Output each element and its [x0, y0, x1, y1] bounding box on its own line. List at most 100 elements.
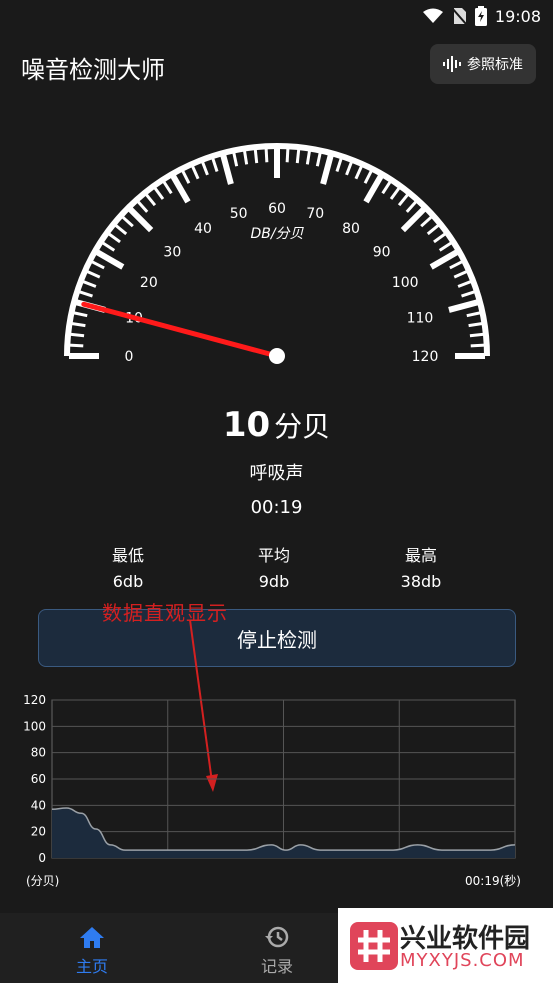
chart-y-tick: 100: [23, 719, 46, 733]
status-time: 19:08: [494, 6, 541, 26]
gauge-tick-label: 30: [163, 244, 181, 260]
gauge-minor-tick: [71, 321, 86, 328]
gauge-minor-tick: [438, 241, 453, 252]
gauge-major-tick: [320, 154, 334, 185]
chart-y-tick: 20: [31, 825, 46, 839]
gauge-tick-label: 120: [412, 349, 439, 365]
chart-y-tick: 120: [23, 693, 46, 707]
gauge-minor-tick: [69, 332, 85, 338]
gauge-minor-tick: [153, 186, 165, 200]
watermark-url: MYXYJS.COM: [400, 950, 525, 971]
gauge-minor-tick: [405, 200, 418, 213]
gauge-minor-tick: [73, 311, 88, 318]
gauge-tick-label: 20: [140, 275, 158, 291]
gauge-minor-tick: [335, 157, 343, 172]
gauge-minor-tick: [449, 260, 464, 270]
gauge-minor-tick: [433, 232, 447, 244]
gauge-minor-tick: [354, 165, 363, 180]
gauge-minor-tick: [232, 152, 239, 167]
reference-standard-label: 参照标准: [467, 57, 523, 73]
chart-y-label: (分贝): [26, 874, 60, 888]
battery-charging-icon: [474, 6, 487, 26]
gauge-minor-tick: [389, 186, 401, 200]
gauge-minor-tick: [468, 321, 483, 328]
gauge-major-tick: [400, 206, 427, 233]
gauge-minor-tick: [136, 200, 149, 213]
stat-min-label: 最低: [111, 546, 144, 565]
gauge-minor-tick: [82, 280, 97, 288]
gauge-tick-label: 110: [407, 311, 434, 327]
gauge-minor-tick: [466, 311, 481, 318]
gauge-minor-tick: [305, 150, 312, 165]
gauge-tick-label: 60: [268, 201, 286, 217]
gauge-major-tick: [220, 154, 234, 185]
home-icon: [80, 927, 104, 948]
gauge-minor-tick: [470, 343, 485, 348]
gauge-minor-tick: [162, 180, 173, 195]
status-icons: 19:08: [422, 6, 541, 26]
decibel-gauge: 0102030405060708090100110120 DB/分贝: [64, 143, 490, 365]
status-bar: 19:08: [0, 0, 553, 30]
gauge-minor-tick: [345, 161, 353, 176]
gauge-major-tick: [127, 206, 154, 233]
gauge-minor-tick: [397, 193, 410, 207]
gauge-minor-tick: [295, 148, 301, 164]
sound-wave-icon: [443, 56, 461, 72]
gauge-tick-label: 70: [306, 206, 324, 222]
gauge-minor-tick: [144, 193, 157, 207]
nav-home-label: 主页: [75, 957, 108, 976]
gauge-needle: [81, 301, 280, 359]
gauge-minor-tick: [461, 290, 476, 298]
stat-avg-value: 9db: [258, 572, 290, 591]
chart-y-tick: 60: [31, 772, 46, 786]
current-decibel: 10 分贝: [0, 405, 553, 445]
gauge-minor-tick: [107, 232, 121, 244]
chart-y-tick: 40: [31, 798, 46, 812]
elapsed-time: 00:19: [250, 497, 303, 518]
gauge-minor-tick: [469, 332, 485, 338]
gauge-minor-tick: [420, 215, 433, 228]
stats-row: 最低 6db 平均 9db 最高 38db: [0, 542, 553, 592]
gauge-tick-label: 90: [373, 244, 391, 260]
gauge-minor-tick: [315, 152, 322, 167]
gauge-minor-tick: [121, 215, 134, 228]
app-title: 噪音检测大师: [21, 56, 165, 84]
chart-x-label: 00:19(秒): [465, 874, 521, 888]
gauge-minor-tick: [242, 150, 249, 165]
stat-min-value: 6db: [112, 572, 144, 591]
gauge-minor-tick: [201, 161, 209, 176]
gauge-minor-tick: [181, 169, 191, 184]
gauge-tick-label: 40: [194, 221, 212, 237]
no-sim-icon: [451, 7, 467, 25]
readout: 10 分贝 呼吸声 00:19: [0, 405, 553, 518]
gauge-tick-label: 100: [392, 275, 419, 291]
gauge-minor-tick: [253, 148, 259, 164]
chart-y-tick: 0: [38, 851, 46, 865]
chart-y-tick: 80: [31, 746, 46, 760]
stat-avg: 平均 9db: [214, 542, 334, 591]
gauge-minor-tick: [363, 169, 373, 184]
stat-max-label: 最高: [404, 546, 437, 565]
gauge-minor-tick: [101, 241, 116, 252]
nav-records-label: 记录: [260, 957, 293, 976]
gauge-minor-tick: [264, 148, 269, 163]
reference-standard-button[interactable]: 参照标准: [430, 44, 536, 84]
gauge-tick-label: 80: [342, 221, 360, 237]
history-icon: [265, 926, 289, 948]
gauge-minor-tick: [457, 280, 472, 288]
decibel-history-chart: 120 100 80 60 40 20 0: [23, 693, 516, 865]
noise-level-description: 呼吸声: [249, 463, 304, 484]
chart-y-tick-labels: 120 100 80 60 40 20 0: [23, 693, 46, 865]
nav-records[interactable]: 记录: [232, 925, 322, 977]
gauge-minor-tick: [78, 290, 93, 298]
gauge-minor-tick: [191, 165, 200, 180]
gauge-minor-tick: [69, 343, 84, 348]
gauge-unit-label: DB/分贝: [250, 226, 304, 242]
nav-home[interactable]: 主页: [47, 925, 137, 977]
gauge-tick-label: 50: [230, 206, 248, 222]
gauge-tick-label: 0: [125, 349, 134, 365]
hash-logo-icon: [350, 922, 398, 970]
gauge-minor-tick: [426, 223, 440, 236]
chart-grid: [51, 699, 516, 859]
gauge-minor-tick: [285, 148, 290, 163]
